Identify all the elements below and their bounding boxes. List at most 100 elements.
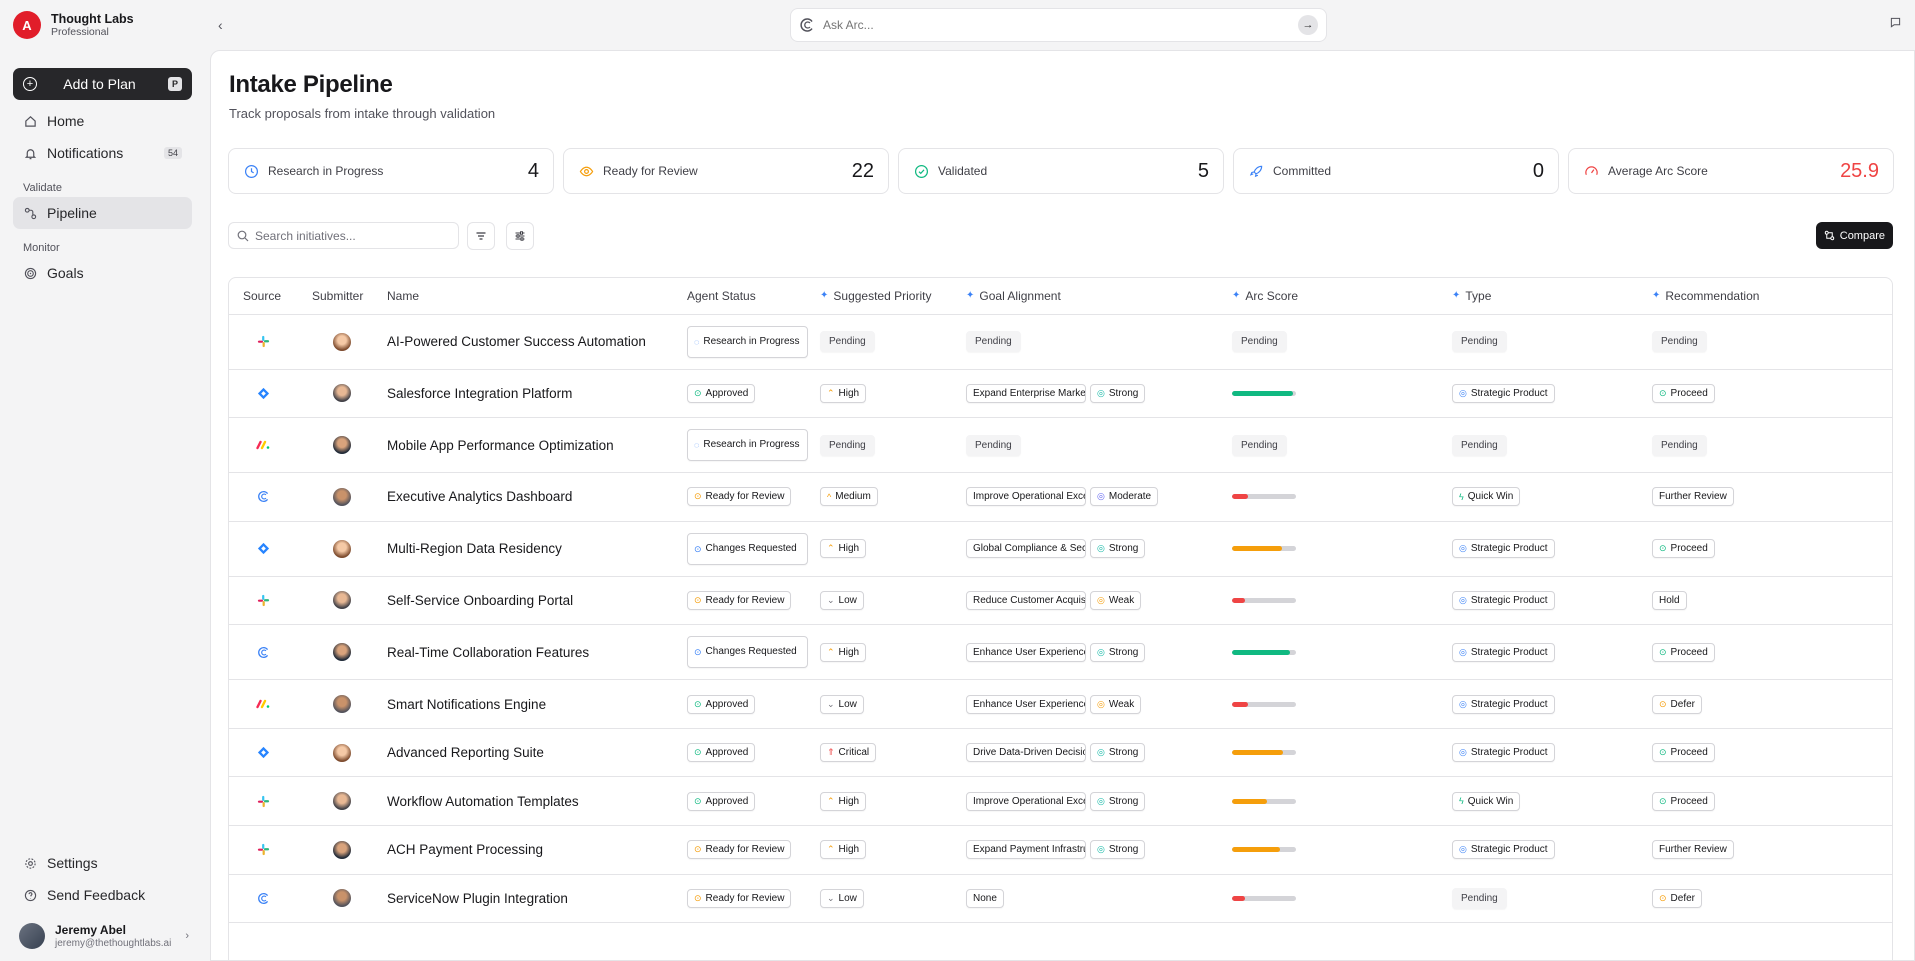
send-arrow-icon[interactable]: → <box>1298 15 1318 35</box>
agent-status-badge[interactable]: ⊙ Ready for Review <box>687 888 792 908</box>
column-header[interactable]: Source <box>229 278 304 315</box>
stat-card-research[interactable]: Research in Progress 4 <box>228 148 554 194</box>
stat-card-committed[interactable]: Committed 0 <box>1233 148 1559 194</box>
arc-icon <box>256 490 270 504</box>
agent-status-badge[interactable]: ⊙ Approved <box>687 694 756 714</box>
table-row[interactable]: Salesforce Integration Platform ⊙ Approve… <box>229 369 1892 419</box>
agent-status-badge[interactable]: ◌ Research in Progress <box>687 429 808 462</box>
initiative-name[interactable]: Mobile App Performance Optimization <box>387 438 614 453</box>
initiative-name[interactable]: Advanced Reporting Suite <box>387 745 544 760</box>
column-header[interactable]: Submitter <box>304 278 387 315</box>
priority-badge: ⌃ High <box>820 791 867 811</box>
avatar <box>333 487 351 506</box>
arc-score-bar <box>1232 798 1296 804</box>
columns-settings-button[interactable] <box>506 222 534 250</box>
initiative-name[interactable]: AI-Powered Customer Success Automation <box>387 334 646 349</box>
stat-card-ready[interactable]: Ready for Review 22 <box>563 148 889 194</box>
initiative-name[interactable]: Self-Service Onboarding Portal <box>387 593 573 608</box>
sidebar-item-notifications[interactable]: Notifications 54 <box>13 137 192 169</box>
agent-status-badge[interactable]: ◌ Research in Progress <box>687 325 808 358</box>
initiative-name[interactable]: ServiceNow Plugin Integration <box>387 891 568 906</box>
sparkle-icon: ✦ <box>1232 290 1241 302</box>
check-circle-icon <box>913 163 929 179</box>
sidebar-item-send-feedback[interactable]: Send Feedback <box>13 879 192 911</box>
user-menu[interactable]: Jeremy Abel jeremy@thethoughtlabs.ai › <box>13 911 195 961</box>
column-header[interactable]: ✦ Arc Score <box>1232 278 1452 315</box>
initiative-name[interactable]: Smart Notifications Engine <box>387 697 546 712</box>
add-to-plan-button[interactable]: + Add to Plan P <box>13 68 192 100</box>
table-row[interactable]: ACH Payment Processing ⊙ Ready for Review… <box>229 825 1892 875</box>
agent-status-badge[interactable]: ⊙ Ready for Review <box>687 840 792 860</box>
table-row[interactable]: Multi-Region Data Residency ⊙ Changes Req… <box>229 521 1892 577</box>
initiative-name[interactable]: Workflow Automation Templates <box>387 794 579 809</box>
collapse-sidebar-button[interactable]: ‹ <box>218 17 223 33</box>
table-row[interactable]: Advanced Reporting Suite ⊙ Approved ⇑ Crit… <box>229 728 1892 778</box>
table-row[interactable]: Real-Time Collaboration Features ⊙ Change… <box>229 624 1892 681</box>
agent-status-badge[interactable]: ⊙ Approved <box>687 383 756 403</box>
column-header[interactable]: ✦ Type <box>1452 278 1652 315</box>
section-title-validate: Validate <box>23 182 62 194</box>
agent-status-badge[interactable]: ⊙ Changes Requested <box>687 532 808 565</box>
avatar <box>333 840 351 859</box>
add-to-plan-label: Add to Plan <box>63 76 136 92</box>
goal-alignment-badge: Improve Operational Excellence <box>966 791 1086 811</box>
agent-status-badge[interactable]: ⊙ Ready for Review <box>687 487 792 507</box>
stat-card-arc-score[interactable]: Average Arc Score 25.9 <box>1568 148 1894 194</box>
alignment-strength-badge: ◎ Strong <box>1090 642 1146 662</box>
column-header[interactable]: ✦ Suggested Priority <box>820 278 966 315</box>
alignment-strength-badge: ◎ Strong <box>1090 743 1146 763</box>
priority-badge: ⌃ High <box>820 642 867 662</box>
column-header[interactable]: ✦ Goal Alignment <box>966 278 1232 315</box>
search-input[interactable] <box>255 228 450 243</box>
priority-badge: ⌃ High <box>820 539 867 559</box>
arc-score-fill <box>1232 701 1248 707</box>
arc-score-fill <box>1232 390 1293 396</box>
sidebar-item-pipeline[interactable]: Pipeline <box>13 197 192 229</box>
column-header[interactable]: ✦ Recommendation <box>1652 278 1892 315</box>
table-row[interactable]: ServiceNow Plugin Integration ⊙ Ready for… <box>229 874 1892 924</box>
initiative-name[interactable]: ACH Payment Processing <box>387 842 543 857</box>
sparkle-icon: ✦ <box>820 290 829 302</box>
stat-card-validated[interactable]: Validated 5 <box>898 148 1224 194</box>
initiative-name[interactable]: Multi-Region Data Residency <box>387 541 562 556</box>
type-badge: ϟ Quick Win <box>1452 487 1521 507</box>
search-box[interactable] <box>228 222 459 249</box>
sidebar-item-settings[interactable]: Settings <box>13 847 192 879</box>
agent-status-badge[interactable]: ⊙ Ready for Review <box>687 590 792 610</box>
search-icon <box>237 230 249 241</box>
initiative-name[interactable]: Executive Analytics Dashboard <box>387 489 572 504</box>
agent-status-badge[interactable]: ⊙ Approved <box>687 791 756 811</box>
table-row[interactable]: Self-Service Onboarding Portal ⊙ Ready fo… <box>229 576 1892 626</box>
recommendation-badge: ⊙ Proceed <box>1652 642 1715 662</box>
filter-button[interactable] <box>467 222 495 250</box>
slack-icon <box>256 335 270 349</box>
agent-status-badge[interactable]: ⊙ Approved <box>687 743 756 763</box>
brand[interactable]: A Thought Labs Professional <box>13 10 195 40</box>
table-row[interactable]: Mobile App Performance Optimization ◌ Res… <box>229 417 1892 474</box>
avatar <box>333 436 351 455</box>
type-badge: ◎ Strategic Product <box>1452 383 1555 403</box>
type-badge: ◎ Strategic Product <box>1452 642 1555 662</box>
monday-icon <box>256 697 270 711</box>
sidebar-item-goals[interactable]: Goals <box>13 257 192 289</box>
slack-icon <box>256 593 270 607</box>
agent-status-badge[interactable]: ⊙ Changes Requested <box>687 636 808 669</box>
initiative-name[interactable]: Real-Time Collaboration Features <box>387 645 589 660</box>
chevron-left-icon: ‹ <box>218 17 223 33</box>
recommendation-badge: Pending <box>1652 331 1707 352</box>
ask-arc-input[interactable] <box>823 18 1298 32</box>
table-row[interactable]: AI-Powered Customer Success Automation ◌… <box>229 314 1892 370</box>
ask-arc-bar[interactable]: → <box>790 8 1327 42</box>
table-row[interactable]: Executive Analytics Dashboard ⊙ Ready for… <box>229 472 1892 522</box>
column-header[interactable]: Agent Status <box>687 278 820 315</box>
recommendation-badge: Pending <box>1652 434 1707 456</box>
table-row[interactable]: Workflow Automation Templates ⊙ Approved … <box>229 776 1892 827</box>
chat-icon[interactable] <box>1890 17 1901 31</box>
compare-button[interactable]: Compare <box>1815 222 1893 249</box>
table-row[interactable]: Smart Notifications Engine ⊙ Approved ⌄ Lo… <box>229 679 1892 729</box>
recommendation-badge: ⊙ Proceed <box>1652 743 1715 763</box>
toolbar: Compare <box>228 222 1893 250</box>
sidebar-item-home[interactable]: Home <box>13 105 192 137</box>
column-header[interactable]: Name <box>387 278 687 315</box>
initiative-name[interactable]: Salesforce Integration Platform <box>387 386 572 401</box>
